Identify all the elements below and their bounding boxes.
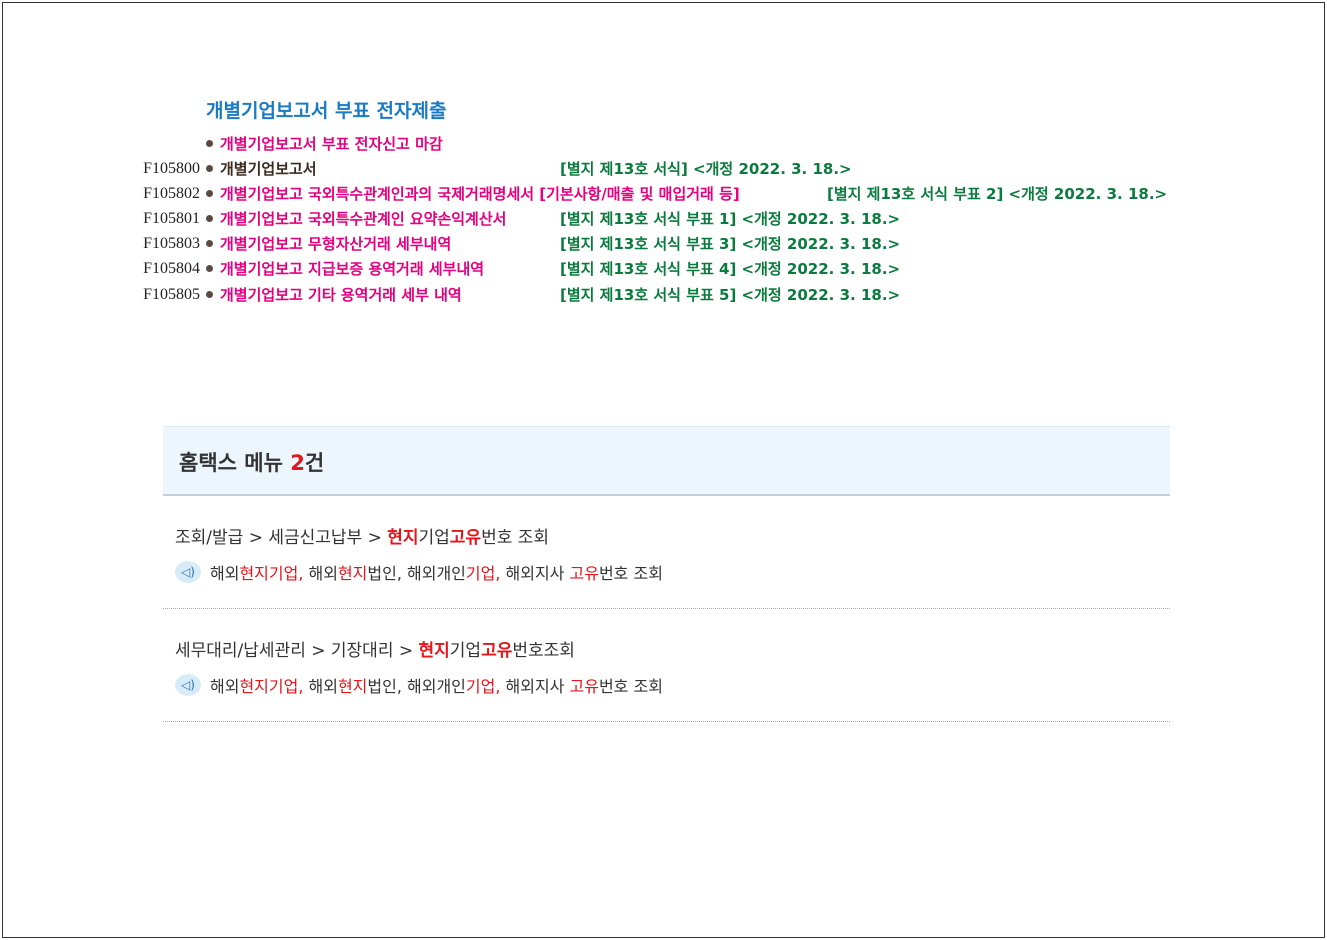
desc-segment: 법인, 해외개인 xyxy=(367,564,466,583)
form-row[interactable]: F105800 개별기업보고서 [별지 제13호 서식] <개정 2022. 3… xyxy=(0,156,1327,181)
speaker-icon[interactable]: ◁) xyxy=(175,561,201,583)
path-segment: 조회/발급 > 세금신고납부 > xyxy=(175,528,388,548)
form-link[interactable]: 개별기업보고서 xyxy=(220,158,317,179)
bullet-icon xyxy=(206,190,213,197)
path-segment: 현지 xyxy=(418,641,450,661)
form-reference: [별지 제13호 서식 부표 2] <개정 2022. 3. 18.> xyxy=(827,185,1168,203)
form-row[interactable]: F105802 개별기업보고 국외특수관계인과의 국제거래명세서 [기본사항/매… xyxy=(0,181,1327,206)
bullet-icon xyxy=(206,165,213,172)
menu-results-header: 홈택스 메뉴 2건 xyxy=(163,426,1170,496)
form-row[interactable]: F105801 개별기업보고 국외특수관계인 요약손익계산서 [별지 제13호 … xyxy=(0,206,1327,231)
desc-segment: 기업, xyxy=(465,564,501,583)
form-link[interactable]: 개별기업보고 지급보증 용역거래 세부내역 xyxy=(220,258,484,279)
bullet-icon xyxy=(206,240,213,247)
path-segment: 세무대리/납세관리 > 기장대리 > xyxy=(175,641,419,661)
divider xyxy=(163,608,1170,609)
form-code: F105800 xyxy=(143,159,200,177)
result-menu-path[interactable]: 세무대리/납세관리 > 기장대리 > 현지기업고유번호조회 xyxy=(175,636,575,661)
result-description: 해외현지기업, 해외현지법인, 해외개인기업, 해외지사 고유번호 조회 xyxy=(210,560,663,584)
path-segment: 번호 조회 xyxy=(481,528,550,548)
menu-title-text: 홈택스 메뉴 xyxy=(179,451,291,475)
desc-segment: 고유 xyxy=(569,677,599,696)
result-count: 2 xyxy=(290,451,305,475)
desc-segment: 해외지사 xyxy=(500,564,570,583)
desc-segment: 해외 xyxy=(303,677,338,696)
form-link[interactable]: 개별기업보고 국외특수관계인과의 국제거래명세서 [기본사항/매출 및 매입거래… xyxy=(220,183,740,204)
result-menu-path[interactable]: 조회/발급 > 세금신고납부 > 현지기업고유번호 조회 xyxy=(175,523,549,548)
desc-segment: 현지 xyxy=(337,677,368,696)
section-title: 개별기업보고서 부표 전자제출 xyxy=(206,100,447,122)
form-reference: [별지 제13호 서식 부표 1] <개정 2022. 3. 18.> xyxy=(560,210,901,228)
desc-segment: 번호 조회 xyxy=(598,677,663,696)
desc-segment: 법인, 해외개인 xyxy=(367,677,466,696)
form-reference: [별지 제13호 서식] <개정 2022. 3. 18.> xyxy=(560,160,852,178)
bullet-icon xyxy=(206,140,213,147)
result-description: 해외현지기업, 해외현지법인, 해외개인기업, 해외지사 고유번호 조회 xyxy=(210,673,663,697)
path-segment: 고유 xyxy=(449,528,482,548)
form-reference: [별지 제13호 서식 부표 5] <개정 2022. 3. 18.> xyxy=(560,286,901,304)
form-reference: [별지 제13호 서식 부표 4] <개정 2022. 3. 18.> xyxy=(560,260,901,278)
form-code: F105802 xyxy=(143,184,200,202)
path-segment: 고유 xyxy=(481,641,513,661)
form-code: F105803 xyxy=(143,234,200,252)
form-reference: [별지 제13호 서식 부표 3] <개정 2022. 3. 18.> xyxy=(560,235,901,253)
form-row[interactable]: F105804 개별기업보고 지급보증 용역거래 세부내역 [별지 제13호 서… xyxy=(0,256,1327,281)
desc-segment: 번호 조회 xyxy=(598,564,663,583)
path-segment: 현지 xyxy=(387,528,419,548)
path-segment: 기업 xyxy=(418,528,450,548)
form-row[interactable]: F105803 개별기업보고 무형자산거래 세부내역 [별지 제13호 서식 부… xyxy=(0,231,1327,256)
speaker-icon[interactable]: ◁) xyxy=(175,674,201,696)
bullet-icon xyxy=(206,265,213,272)
bullet-icon xyxy=(206,291,213,298)
form-code: F105804 xyxy=(143,259,200,277)
divider xyxy=(163,721,1170,722)
desc-segment: 기업, xyxy=(465,677,501,696)
form-code: F105805 xyxy=(143,285,200,303)
form-row[interactable]: F105805 개별기업보고 기타 용역거래 세부 내역 [별지 제13호 서식… xyxy=(0,282,1327,307)
desc-segment: 해외 xyxy=(303,564,338,583)
path-segment: 기업 xyxy=(449,641,482,661)
desc-segment: 고유 xyxy=(569,564,599,583)
count-suffix: 건 xyxy=(304,451,325,475)
desc-segment: 해외지사 xyxy=(500,677,570,696)
desc-segment: 해외 xyxy=(210,677,240,696)
form-code: F105801 xyxy=(143,209,200,227)
form-link[interactable]: 개별기업보고 무형자산거래 세부내역 xyxy=(220,233,451,254)
form-link[interactable]: 개별기업보고 기타 용역거래 세부 내역 xyxy=(220,284,462,305)
path-segment: 번호조회 xyxy=(512,641,575,661)
deadline-item[interactable]: 개별기업보고서 부표 전자신고 마감 xyxy=(0,131,1327,156)
desc-segment: 현지기업, xyxy=(239,677,304,696)
desc-segment: 현지 xyxy=(337,564,368,583)
deadline-link[interactable]: 개별기업보고서 부표 전자신고 마감 xyxy=(220,133,443,154)
menu-results-title: 홈택스 메뉴 2건 xyxy=(179,447,324,477)
desc-segment: 현지기업, xyxy=(239,564,304,583)
form-link[interactable]: 개별기업보고 국외특수관계인 요약손익계산서 xyxy=(220,208,506,229)
bullet-icon xyxy=(206,215,213,222)
desc-segment: 해외 xyxy=(210,564,240,583)
